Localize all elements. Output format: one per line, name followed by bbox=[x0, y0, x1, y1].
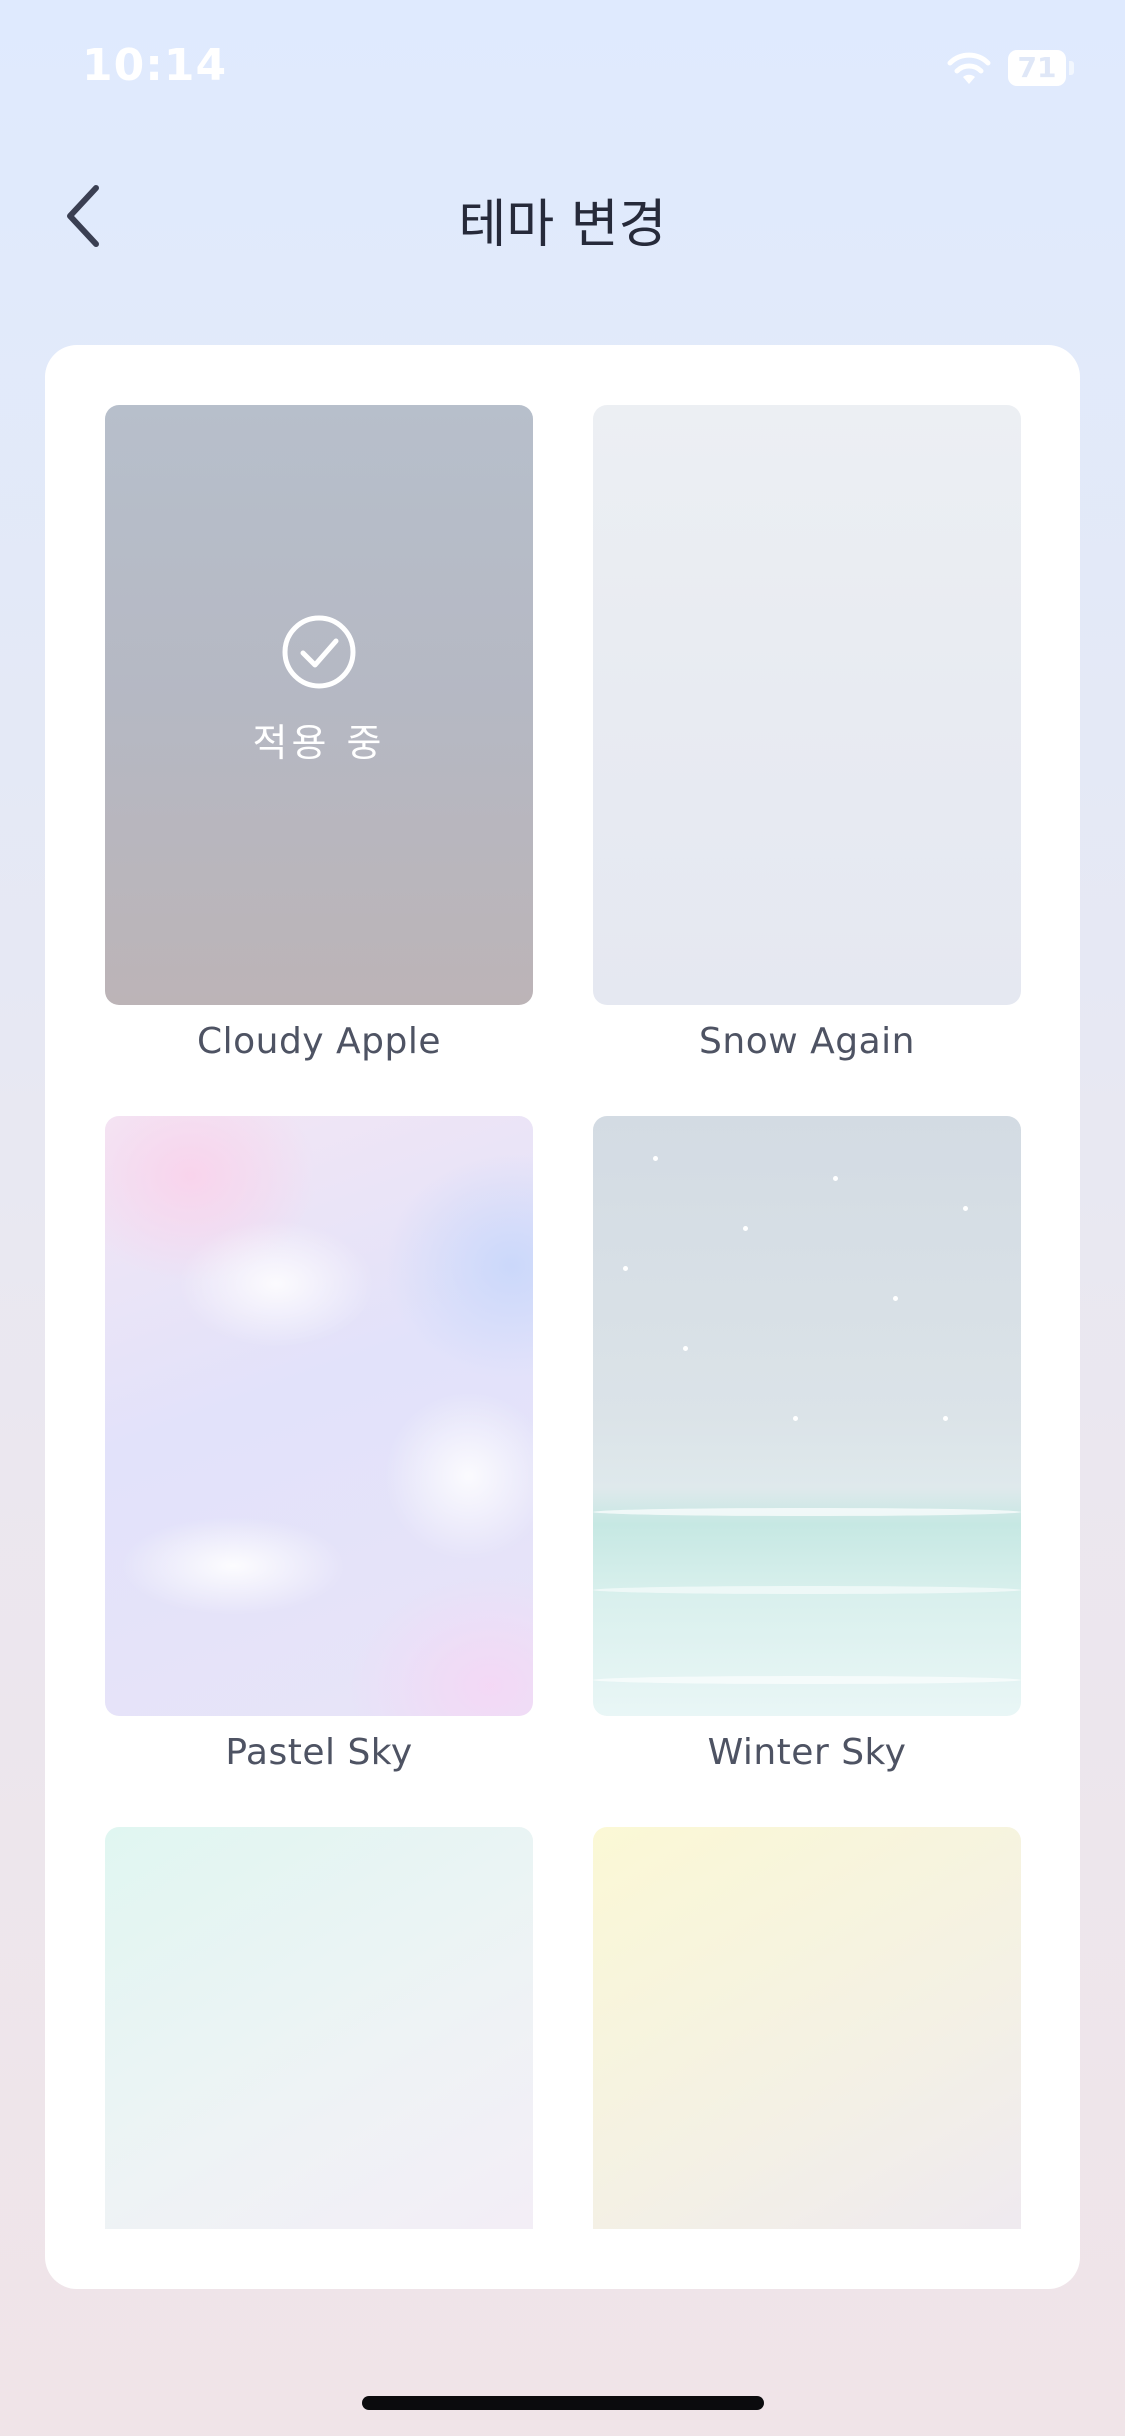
theme-item-pastel-sky[interactable]: Pastel Sky bbox=[105, 1116, 533, 1773]
theme-thumbnail[interactable] bbox=[105, 1827, 533, 2229]
header: 테마 변경 bbox=[0, 160, 1125, 270]
theme-name: Winter Sky bbox=[707, 1732, 907, 1773]
theme-thumbnail[interactable] bbox=[593, 1116, 1021, 1716]
battery-indicator: 71 bbox=[1008, 50, 1076, 86]
snow-wave bbox=[593, 1676, 1021, 1684]
snowflake bbox=[963, 1206, 968, 1211]
theme-grid: 적용 중 Cloudy Apple Snow Again Pastel Sky bbox=[45, 345, 1080, 2229]
snowflake bbox=[623, 1266, 628, 1271]
snow-wave bbox=[593, 1586, 1021, 1594]
theme-name: Snow Again bbox=[699, 1021, 915, 1062]
theme-item-winter-sky[interactable]: Winter Sky bbox=[593, 1116, 1021, 1773]
snowflake bbox=[743, 1226, 748, 1231]
applied-label: 적용 중 bbox=[252, 720, 386, 765]
snowflake bbox=[683, 1346, 688, 1351]
snow-wave bbox=[593, 1508, 1021, 1516]
theme-thumbnail[interactable] bbox=[593, 405, 1021, 1005]
status-bar: 10:14 71 bbox=[0, 0, 1125, 140]
theme-item-cloudy-apple[interactable]: 적용 중 Cloudy Apple bbox=[105, 405, 533, 1062]
theme-name: Cloudy Apple bbox=[196, 1021, 442, 1062]
snowflake bbox=[943, 1416, 948, 1421]
snowflake bbox=[833, 1176, 838, 1181]
wifi-icon bbox=[947, 52, 991, 84]
snowflake bbox=[653, 1156, 658, 1161]
theme-thumbnail[interactable] bbox=[105, 1116, 533, 1716]
theme-name: Pastel Sky bbox=[225, 1732, 413, 1773]
theme-item-snow-again[interactable]: Snow Again bbox=[593, 405, 1021, 1062]
snowflake bbox=[893, 1296, 898, 1301]
status-time: 10:14 bbox=[82, 40, 228, 91]
battery-level: 71 bbox=[1008, 50, 1066, 86]
page-title: 테마 변경 bbox=[458, 195, 667, 255]
snowflake bbox=[793, 1416, 798, 1421]
theme-item-lemon[interactable] bbox=[593, 1827, 1021, 2229]
theme-thumbnail[interactable] bbox=[593, 1827, 1021, 2229]
applied-overlay: 적용 중 bbox=[105, 405, 533, 1005]
theme-list-card: 적용 중 Cloudy Apple Snow Again Pastel Sky bbox=[45, 345, 1080, 2289]
theme-item-mint[interactable] bbox=[105, 1827, 533, 2229]
theme-thumbnail[interactable]: 적용 중 bbox=[105, 405, 533, 1005]
battery-tip bbox=[1069, 61, 1074, 75]
home-indicator bbox=[362, 2396, 764, 2410]
check-circle-icon bbox=[282, 615, 356, 688]
